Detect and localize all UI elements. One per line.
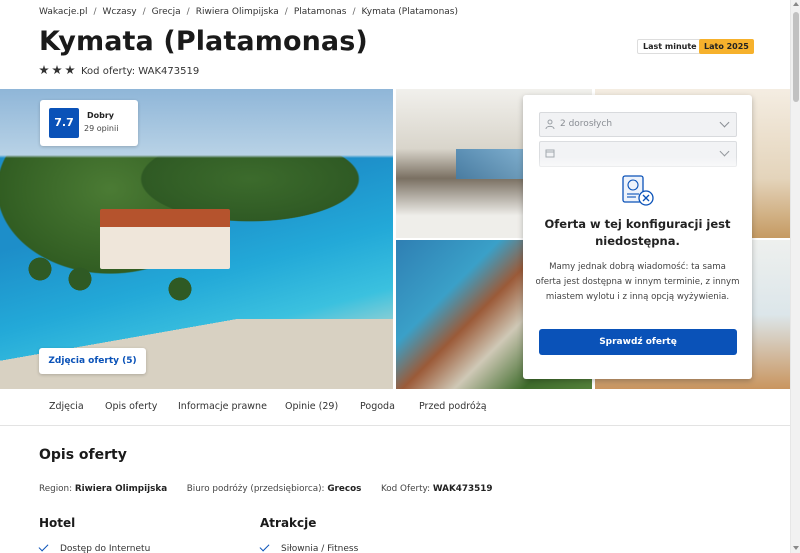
palm-tree <box>60 259 100 299</box>
section-tabs: Zdjęcia Opis oferty Informacje prawne Op… <box>0 389 790 426</box>
hotel-building <box>100 209 230 269</box>
participants-select[interactable]: 2 dorosłych <box>539 112 737 137</box>
unavailable-offer-icon <box>622 175 654 206</box>
breadcrumb-item-wczasy[interactable]: Wczasy <box>103 7 137 17</box>
offer-photos-button[interactable]: Zdjęcia oferty (5) <box>39 348 146 374</box>
rating-count: 29 opinii <box>84 124 119 133</box>
check-icon <box>259 541 270 552</box>
breadcrumb-separator: / <box>93 7 97 17</box>
region-label: Region: <box>39 484 73 494</box>
star-icon <box>65 65 75 75</box>
tab-description[interactable]: Opis oferty <box>105 389 157 425</box>
section-title: Opis oferty <box>39 447 127 463</box>
code-value: WAK473519 <box>432 484 493 494</box>
panel-fade <box>523 157 752 177</box>
breadcrumb-item-platamonas[interactable]: Platamonas <box>294 7 347 17</box>
check-icon <box>38 541 49 552</box>
person-icon <box>545 119 555 129</box>
last-minute-badge: Last minute <box>637 39 703 54</box>
breadcrumb-item-current: Kymata (Platamonas) <box>361 7 458 17</box>
tab-reviews[interactable]: Opinie (29) <box>285 389 338 425</box>
check-offer-button[interactable]: Sprawdź ofertę <box>539 329 737 355</box>
list-item-label: Dostęp do Internetu <box>60 544 151 553</box>
list-item-label: Siłownia / Fitness <box>281 544 359 553</box>
chevron-down-icon <box>719 146 730 157</box>
tab-before-trip[interactable]: Przed podróżą <box>419 389 487 425</box>
scrollbar-thumb[interactable] <box>793 12 799 102</box>
offer-panel: 2 dorosłych Oferta w tej konfiguracji je… <box>523 95 752 379</box>
breadcrumb-separator: / <box>142 7 146 17</box>
hotel-column-title: Hotel <box>39 516 76 530</box>
offer-code: Kod oferty: WAK473519 <box>81 66 200 77</box>
offer-meta: Region: Riwiera Olimpijska Biuro podróży… <box>39 484 493 494</box>
chevron-down-icon <box>719 117 730 128</box>
unavailable-title: Oferta w tej konfiguracji jest niedostęp… <box>544 217 731 248</box>
list-item: Siłownia / Fitness <box>259 541 359 553</box>
tab-weather[interactable]: Pogoda <box>360 389 395 425</box>
breadcrumb-separator: / <box>186 7 190 17</box>
page-scrollbar[interactable] <box>790 0 800 553</box>
hotel-stars <box>39 65 75 75</box>
star-icon <box>52 65 62 75</box>
breadcrumb-item-grecja[interactable]: Grecja <box>152 7 181 17</box>
participants-value: 2 dorosłych <box>560 119 613 129</box>
breadcrumb: Wakacje.pl / Wczasy / Grecja / Riwiera O… <box>39 7 458 17</box>
star-icon <box>39 65 49 75</box>
rating-card[interactable]: 7.7 Dobry 29 opinii <box>40 100 138 146</box>
palm-tree <box>160 269 200 309</box>
rating-score: 7.7 <box>49 108 79 138</box>
breadcrumb-separator: / <box>352 7 356 17</box>
palm-tree <box>20 249 60 289</box>
breadcrumb-item-wakacje[interactable]: Wakacje.pl <box>39 7 87 17</box>
season-badge: Lato 2025 <box>699 39 754 54</box>
tab-legal-info[interactable]: Informacje prawne <box>178 389 267 425</box>
breadcrumb-separator: / <box>284 7 288 17</box>
operator-value: Grecos <box>327 484 362 494</box>
unavailable-text: Mamy jednak dobrą wiadomość: ta sama ofe… <box>535 262 740 302</box>
rating-label: Dobry <box>87 111 115 120</box>
list-item: Dostęp do Internetu <box>38 541 151 553</box>
page-title: Kymata (Platamonas) <box>39 26 368 57</box>
tab-photos[interactable]: Zdjęcia <box>49 389 84 425</box>
scroll-down-arrow-icon[interactable] <box>793 546 799 550</box>
operator-label: Biuro podróży (przedsiębiorca): <box>186 484 325 494</box>
breadcrumb-item-riwiera[interactable]: Riwiera Olimpijska <box>196 7 279 17</box>
attractions-column-title: Atrakcje <box>260 516 317 530</box>
code-label: Kod Oferty: <box>380 484 431 494</box>
region-value: Riwiera Olimpijska <box>74 484 168 494</box>
scroll-up-arrow-icon[interactable] <box>793 2 799 6</box>
